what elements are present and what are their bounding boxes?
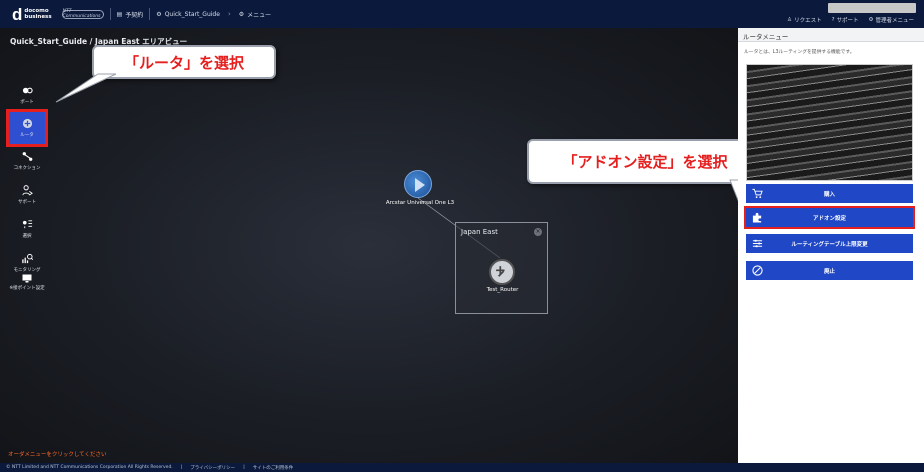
l3-network-node[interactable]: [404, 170, 432, 198]
region-title: Japan East: [461, 228, 498, 236]
panel-title: ルータメニュー: [738, 28, 924, 42]
sidebar-item-connection[interactable]: コネクション: [0, 144, 54, 178]
copyright-text: © NTT Limited and NTT Communications Cor…: [6, 465, 173, 470]
ntt-logo: NTT Communications: [61, 9, 104, 19]
admin-menu-link[interactable]: ⚙ 管理者メニュー: [869, 16, 914, 24]
order-menu-hint: オーダメニューをクリックしてください: [8, 452, 107, 458]
contract-menu[interactable]: ▤ 予契約: [117, 10, 144, 19]
routing-table-limit-button[interactable]: ルーティングテーブル上限変更: [746, 234, 913, 253]
cart-icon: [752, 188, 763, 199]
left-sidebar: ポート ルータ コネクション サポート 選択 モニタリング: [0, 78, 54, 280]
gear-icon: ⚙: [238, 10, 245, 18]
sidebar-item-select[interactable]: 選択: [0, 212, 54, 246]
privacy-policy-link[interactable]: プライバシーポリシー: [190, 465, 235, 471]
port-icon: [22, 87, 33, 94]
gear-icon: ⚙: [156, 10, 162, 18]
support-icon: [21, 185, 33, 196]
cancel-service-button[interactable]: 廃止: [746, 261, 913, 280]
sliders-icon: [752, 239, 763, 248]
sidebar-item-support[interactable]: サポート: [0, 178, 54, 212]
sidebar-item-port[interactable]: ポート: [0, 78, 54, 112]
request-link[interactable]: ♙ リクエスト: [787, 16, 821, 24]
addon-settings-button[interactable]: アドオン設定: [744, 206, 915, 229]
breadcrumb-menu[interactable]: ⚙ メニュー: [239, 10, 271, 19]
close-icon[interactable]: ×: [534, 228, 542, 236]
sidebar-item-router[interactable]: ルータ: [6, 109, 48, 147]
top-header: d docomo business NTT Communications ▤ 予契…: [0, 0, 924, 28]
page-footer: © NTT Limited and NTT Communications Cor…: [0, 463, 924, 472]
docomo-business-logo[interactable]: d docomo business: [12, 6, 52, 23]
breadcrumb-project[interactable]: ⚙ Quick_Start_Guide: [156, 11, 220, 18]
support-link[interactable]: ? サポート: [832, 16, 859, 24]
person-icon: ♙: [787, 17, 793, 23]
router-node-icon[interactable]: [489, 259, 515, 285]
gear-icon: ⚙: [868, 17, 874, 23]
help-icon: ?: [831, 17, 835, 23]
monitoring-icon: [21, 253, 33, 264]
contract-icon: ▤: [116, 10, 123, 18]
header-divider: [109, 8, 111, 20]
list-icon: [22, 220, 32, 229]
sidebar-item-endpoint-settings[interactable]: ※接ポイント設定: [0, 274, 54, 291]
puzzle-icon: [752, 212, 762, 223]
router-icon: [22, 118, 32, 129]
router-node-label: Test_Router: [486, 287, 519, 293]
site-terms-link[interactable]: サイトのご利用条件: [253, 465, 294, 471]
router-symbol: [496, 266, 505, 277]
user-info-box[interactable]: [828, 3, 916, 13]
connection-icon: [22, 152, 32, 161]
prohibit-icon: [752, 265, 763, 276]
chevron-right-icon: ›: [227, 10, 231, 18]
callout-router-pointer: [55, 73, 117, 103]
region-japan-east[interactable]: Japan East × Test_Router: [455, 222, 548, 314]
purchase-button[interactable]: 購入: [746, 184, 913, 203]
monitor-icon: [22, 274, 32, 283]
panel-description: ルータとは、L3ルーティングを提供する機能です。: [744, 50, 855, 55]
router-menu-panel: ルータメニュー ルータとは、L3ルーティングを提供する機能です。 購入 アドオン…: [738, 28, 924, 463]
server-rack-image: [746, 64, 913, 181]
l3-network-label: Arcstar Universal One L3: [385, 200, 455, 206]
